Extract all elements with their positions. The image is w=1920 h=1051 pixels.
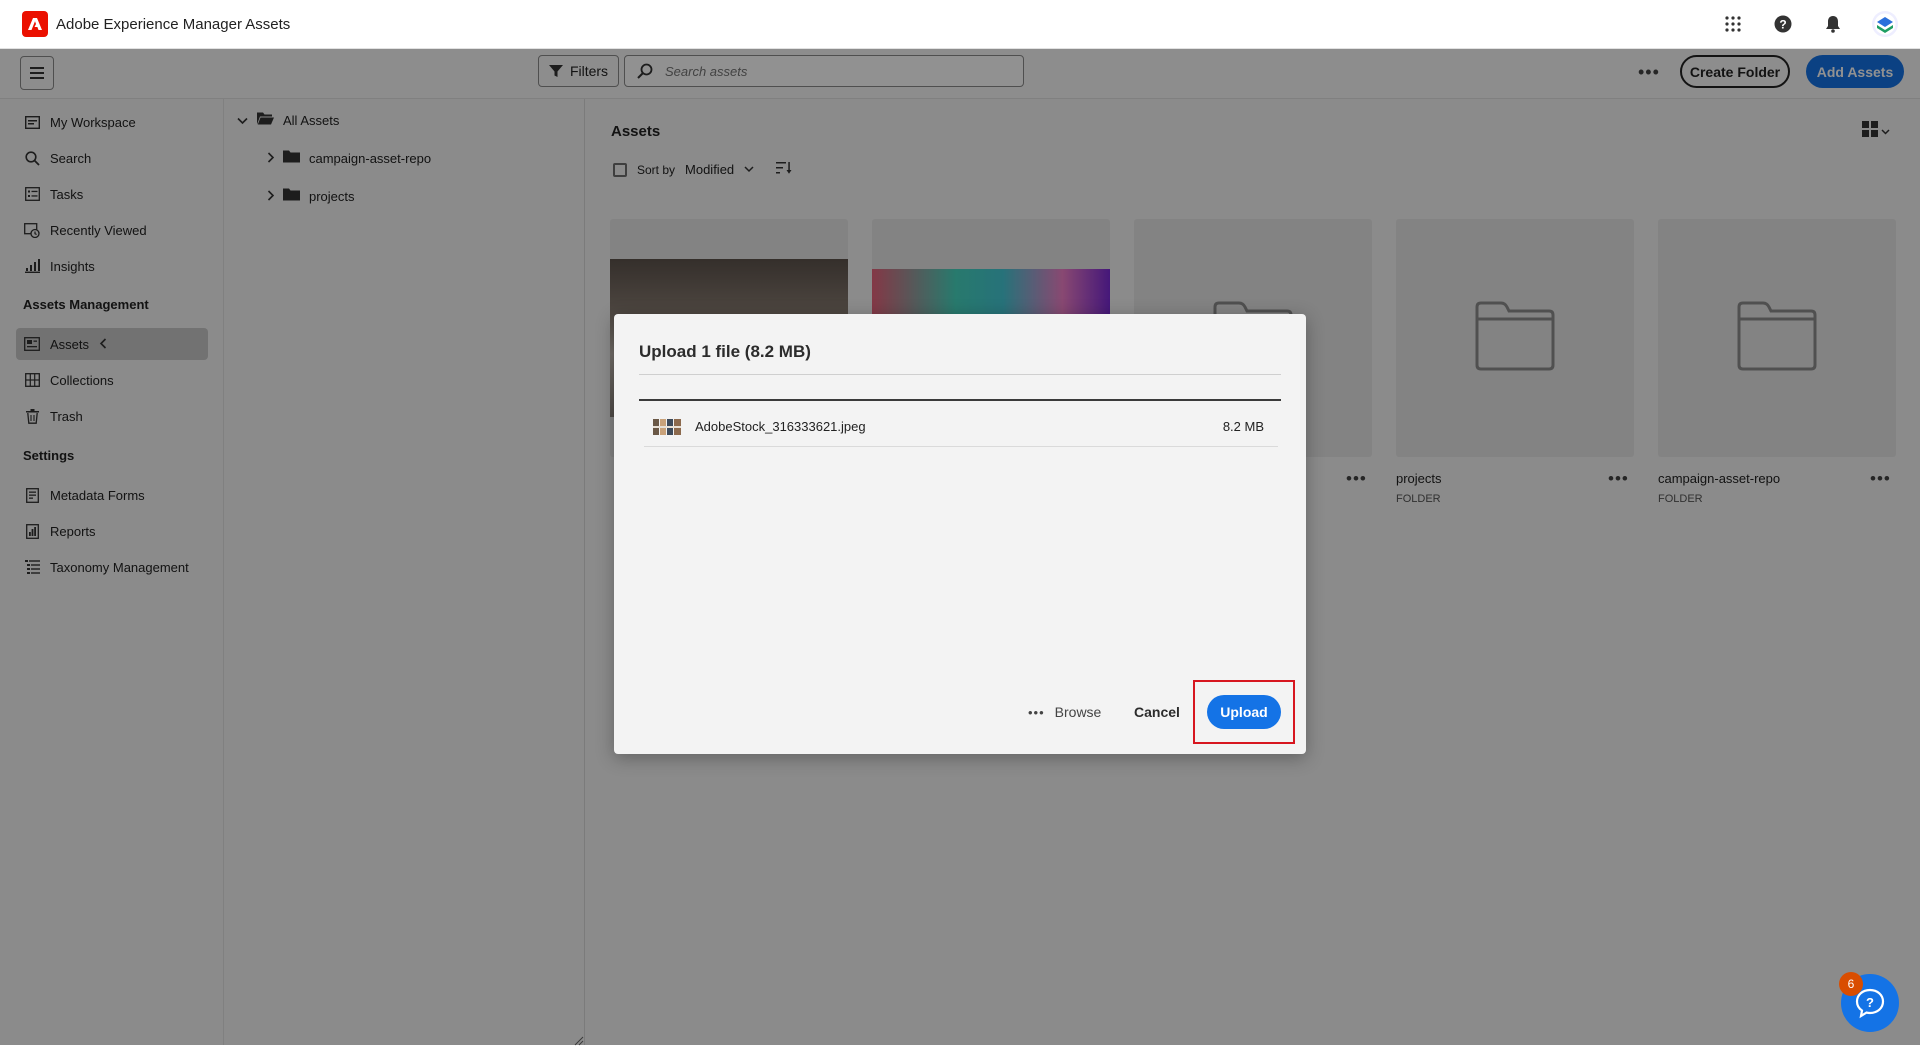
svg-text:?: ? [1779,18,1786,32]
browse-button[interactable]: ••• Browse [1028,704,1101,720]
more-icon: ••• [1028,704,1045,720]
user-avatar[interactable] [1872,11,1898,37]
divider [639,399,1281,401]
file-size: 8.2 MB [1222,419,1264,434]
app-header: Adobe Experience Manager Assets ? [0,0,1920,49]
upload-dialog: Upload 1 file (8.2 MB) AdobeStock_316333… [614,314,1306,754]
svg-text:?: ? [1866,995,1874,1010]
help-icon[interactable]: ? [1772,13,1794,35]
upload-button[interactable]: Upload [1207,695,1281,729]
file-name: AdobeStock_316333621.jpeg [695,419,866,434]
dialog-title: Upload 1 file (8.2 MB) [639,342,811,361]
apps-grid-icon[interactable] [1722,13,1744,35]
divider [639,374,1281,375]
adobe-logo-icon [22,11,48,37]
notifications-bell-icon[interactable] [1822,13,1844,35]
browse-label: Browse [1054,704,1102,720]
upload-file-row: AdobeStock_316333621.jpeg 8.2 MB [644,407,1278,447]
cancel-button[interactable]: Cancel [1134,704,1180,720]
app-title: Adobe Experience Manager Assets [56,15,291,33]
help-badge: 6 [1839,972,1863,996]
file-thumbnail-icon [653,418,681,435]
